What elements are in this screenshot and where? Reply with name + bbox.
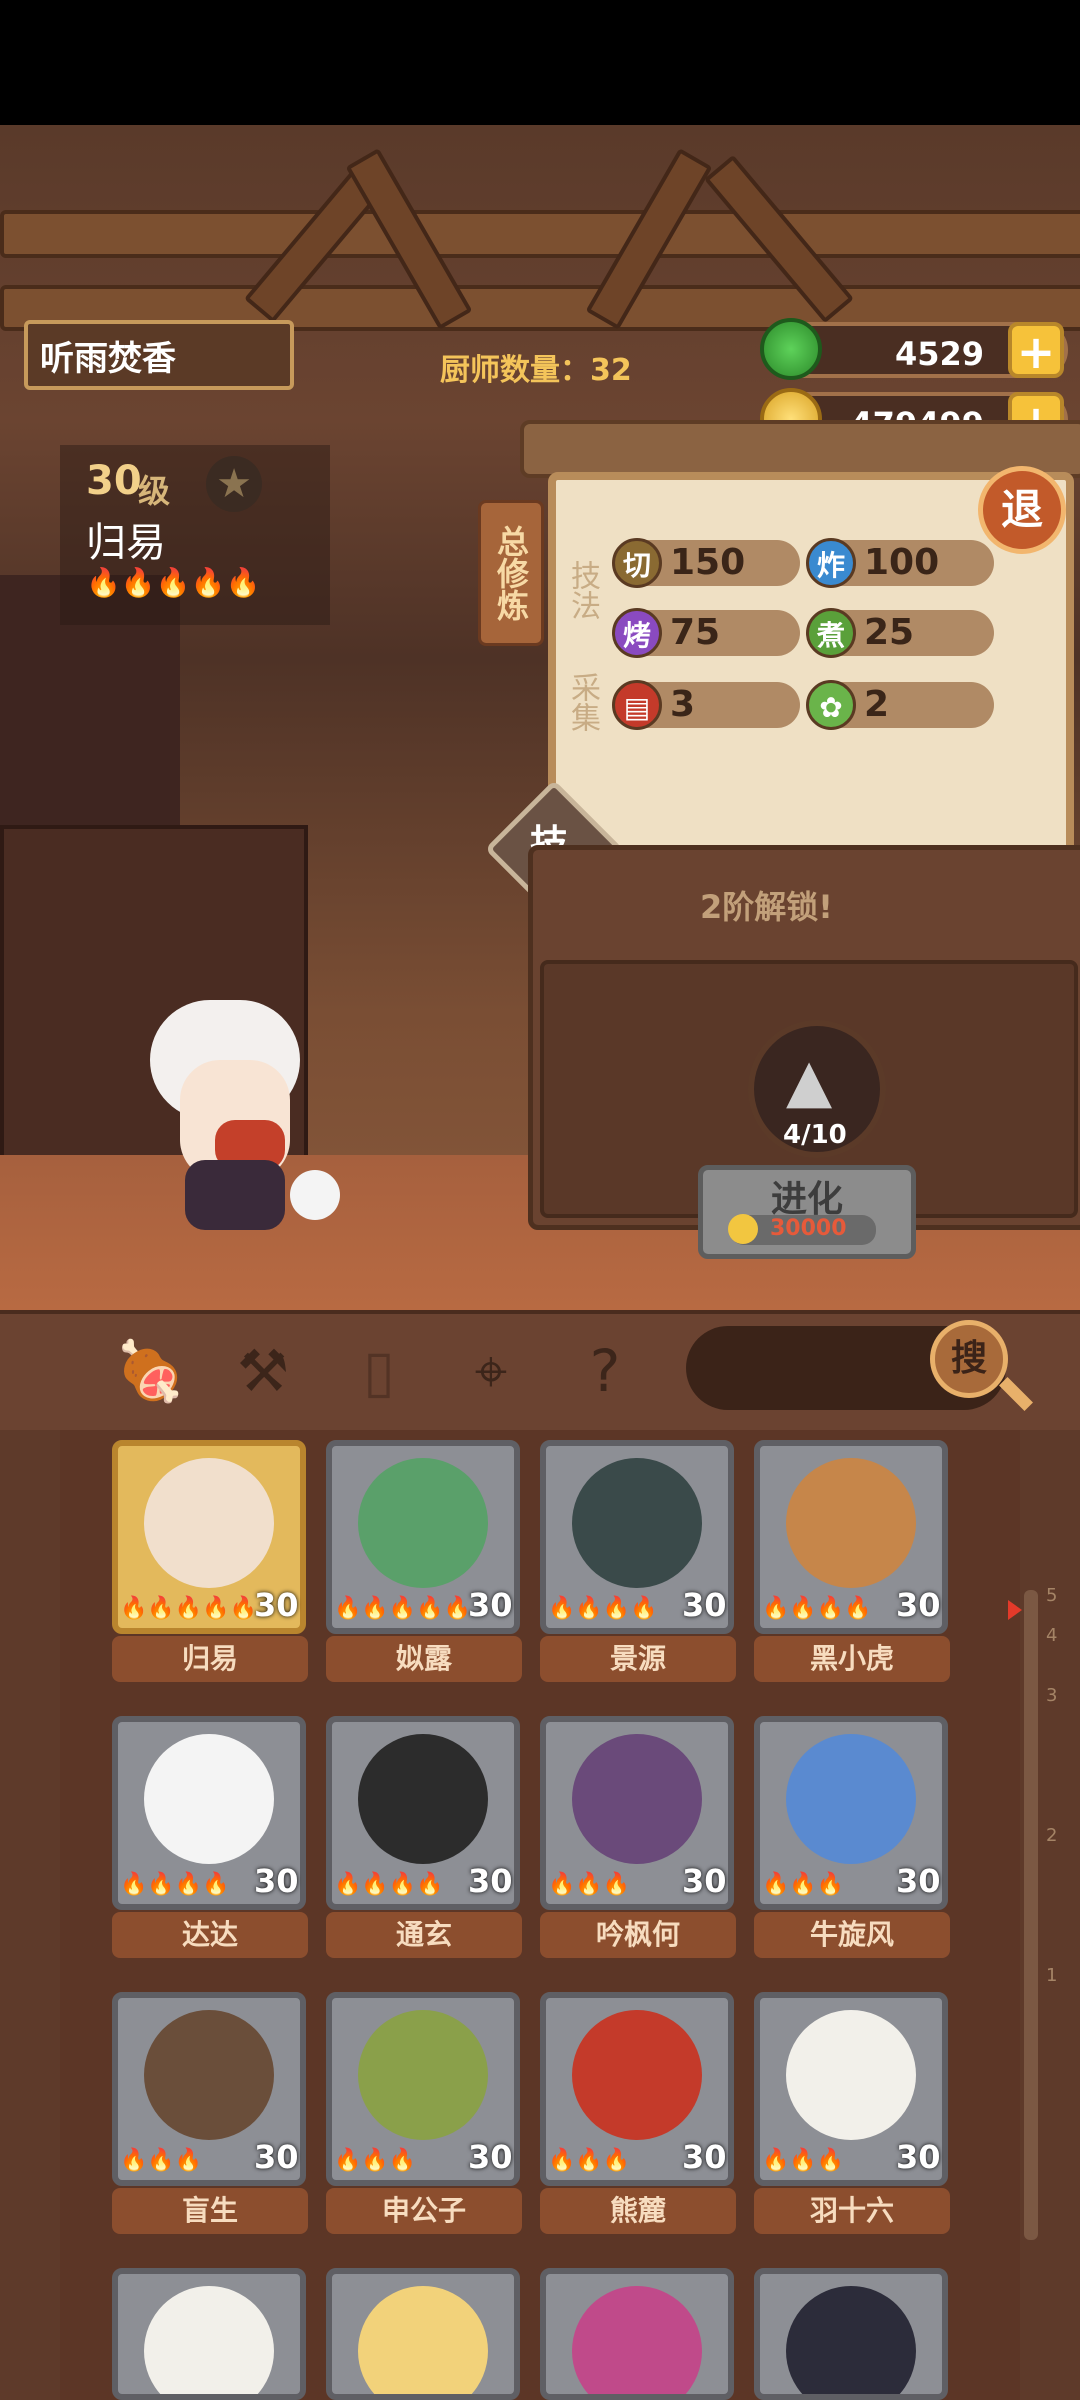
chef-level: 30 bbox=[254, 2138, 299, 2176]
jar-icon[interactable]: ▯ bbox=[344, 1336, 414, 1406]
chef-portrait bbox=[358, 1734, 488, 1864]
chef-level: 30 bbox=[682, 1586, 727, 1624]
ruler-mark: 3 bbox=[1046, 1685, 1058, 1706]
chef-level: 30 bbox=[682, 1862, 727, 1900]
location-icon[interactable]: ⌖ bbox=[456, 1336, 526, 1406]
chef-card[interactable] bbox=[540, 2268, 734, 2400]
chef-name[interactable]: 盲生 bbox=[112, 2188, 308, 2234]
chef-rarity-flames: 🔥🔥🔥🔥🔥 bbox=[120, 1596, 257, 1621]
add-jade-button[interactable]: + bbox=[1008, 322, 1064, 378]
chef-name[interactable]: 熊麓 bbox=[540, 2188, 736, 2234]
chef-rarity-flames: 🔥🔥🔥 bbox=[762, 1872, 845, 1897]
evolve-stone-icon: ▲ bbox=[786, 1046, 833, 1116]
evolve-cost: 30000 bbox=[770, 1216, 847, 1241]
chef-name[interactable]: 达达 bbox=[112, 1912, 308, 1958]
chef-level: 30 bbox=[468, 2138, 513, 2176]
chef-body bbox=[185, 1160, 285, 1230]
chef-portrait bbox=[786, 2010, 916, 2140]
chef-level: 30 bbox=[254, 1586, 299, 1624]
chef-rarity-flames: 🔥🔥🔥🔥 bbox=[762, 1596, 872, 1621]
evolve-progress: 4/10 bbox=[783, 1120, 847, 1150]
unlock-hint: 2阶解锁! bbox=[700, 888, 833, 926]
chef-rarity-flames: 🔥🔥🔥 bbox=[548, 1872, 631, 1897]
chef-level: 30 bbox=[896, 2138, 941, 2176]
chef-card[interactable] bbox=[112, 2268, 306, 2400]
chef-portrait bbox=[144, 1734, 274, 1864]
chef-portrait bbox=[572, 2010, 702, 2140]
total-training-tag: 总修炼 bbox=[478, 500, 544, 646]
chef-portrait bbox=[572, 1734, 702, 1864]
chef-portrait bbox=[786, 2286, 916, 2394]
chef-level: 30 bbox=[896, 1586, 941, 1624]
cut-icon: 切 bbox=[612, 538, 662, 588]
scroll-ruler[interactable] bbox=[1024, 1590, 1038, 2240]
character-level: 30 bbox=[86, 458, 142, 504]
chef-portrait bbox=[144, 1458, 274, 1588]
meat-icon: ▤ bbox=[612, 680, 662, 730]
chef-name[interactable]: 黑小虎 bbox=[754, 1636, 950, 1682]
technique-label: 技法 bbox=[565, 560, 600, 620]
chef-name[interactable]: 牛旋风 bbox=[754, 1912, 950, 1958]
chef-rarity-flames: 🔥🔥🔥🔥 bbox=[334, 1872, 444, 1897]
chef-rarity-flames: 🔥🔥🔥 bbox=[762, 2148, 845, 2173]
scroll-roller bbox=[520, 420, 1080, 478]
rarity-flames: 🔥🔥🔥🔥🔥 bbox=[86, 566, 261, 599]
chef-name[interactable]: 归易 bbox=[112, 1636, 308, 1682]
meat-leg-icon[interactable]: 🍖 bbox=[114, 1336, 186, 1406]
pet-bunny bbox=[290, 1170, 340, 1220]
fry-icon: 炸 bbox=[806, 538, 856, 588]
chef-level: 30 bbox=[468, 1586, 513, 1624]
chef-count: 厨师数量：32 bbox=[440, 353, 632, 388]
quit-button[interactable]: 退 bbox=[978, 466, 1066, 554]
shovel-icon[interactable]: ⚒ bbox=[228, 1336, 298, 1406]
search-button[interactable]: 搜 bbox=[930, 1320, 1008, 1398]
chef-rarity-flames: 🔥🔥🔥🔥 bbox=[120, 1872, 230, 1897]
question-book-icon[interactable]: ? bbox=[570, 1336, 640, 1406]
chef-rarity-flames: 🔥🔥🔥🔥 bbox=[548, 1596, 658, 1621]
chef-rarity-flames: 🔥🔥🔥 bbox=[334, 2148, 417, 2173]
chef-portrait bbox=[358, 1458, 488, 1588]
chef-name[interactable]: 景源 bbox=[540, 1636, 736, 1682]
chef-name[interactable]: 申公子 bbox=[326, 2188, 522, 2234]
chef-portrait bbox=[358, 2286, 488, 2394]
ruler-mark: 1 bbox=[1046, 1965, 1058, 1986]
chef-portrait bbox=[786, 1734, 916, 1864]
boil-icon: 煮 bbox=[806, 608, 856, 658]
coin-icon bbox=[728, 1214, 758, 1244]
level-unit: 级 bbox=[138, 472, 171, 510]
chef-rarity-flames: 🔥🔥🔥 bbox=[120, 2148, 203, 2173]
chef-portrait bbox=[144, 2286, 274, 2394]
status-bar-area bbox=[0, 0, 1080, 125]
jade-icon bbox=[760, 318, 822, 380]
chef-portrait bbox=[786, 1458, 916, 1588]
vegetable-icon: ✿ bbox=[806, 680, 856, 730]
chef-name[interactable]: 通玄 bbox=[326, 1912, 522, 1958]
ruler-mark: 2 bbox=[1046, 1825, 1058, 1846]
chef-rarity-flames: 🔥🔥🔥🔥🔥 bbox=[334, 1596, 471, 1621]
chef-card[interactable] bbox=[754, 2268, 948, 2400]
star-icon[interactable]: ★ bbox=[206, 456, 262, 512]
chef-level: 30 bbox=[896, 1862, 941, 1900]
chef-level: 30 bbox=[682, 2138, 727, 2176]
ruler-mark: 4 bbox=[1046, 1625, 1058, 1646]
chef-name[interactable]: 姒露 bbox=[326, 1636, 522, 1682]
chef-rarity-flames: 🔥🔥🔥 bbox=[548, 2148, 631, 2173]
chef-portrait bbox=[572, 2286, 702, 2394]
ruler-mark: 5 bbox=[1046, 1585, 1058, 1606]
chef-level: 30 bbox=[254, 1862, 299, 1900]
chef-level: 30 bbox=[468, 1862, 513, 1900]
chef-name[interactable]: 羽十六 bbox=[754, 2188, 950, 2234]
chef-portrait bbox=[572, 1458, 702, 1588]
chef-name[interactable]: 吟枫何 bbox=[540, 1912, 736, 1958]
chef-portrait bbox=[144, 2010, 274, 2140]
chef-card[interactable] bbox=[326, 2268, 520, 2400]
gather-label: 采集 bbox=[565, 672, 600, 732]
ruler-pointer-icon bbox=[1008, 1600, 1022, 1620]
ceiling-beam bbox=[0, 210, 1080, 258]
chef-portrait bbox=[358, 2010, 488, 2140]
player-name-plate[interactable]: 听雨焚香 bbox=[24, 320, 294, 390]
character-name: 归易 bbox=[86, 520, 166, 566]
roast-icon: 烤 bbox=[612, 608, 662, 658]
